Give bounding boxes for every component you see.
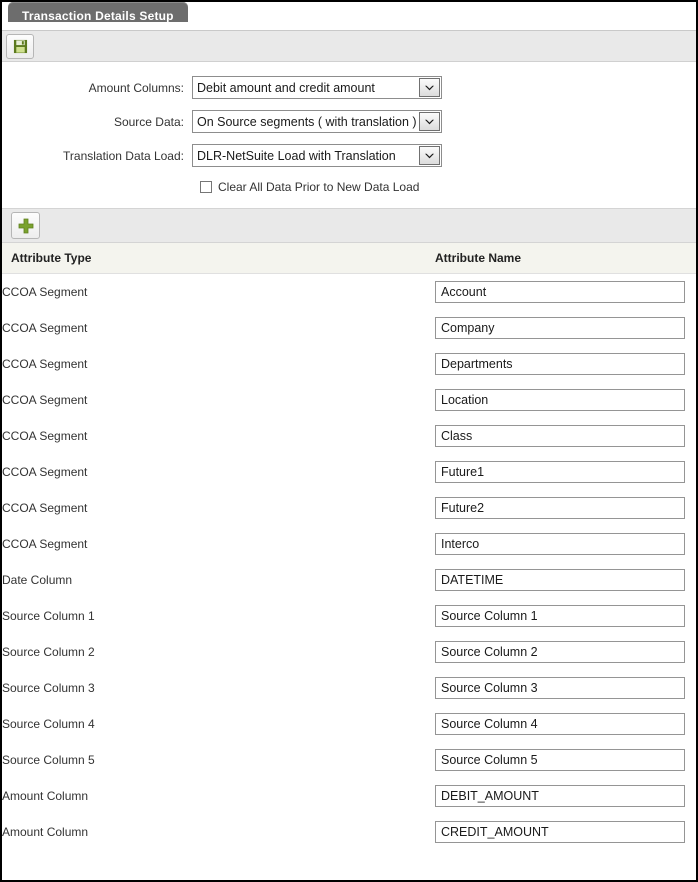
attribute-name-cell: Interco: [435, 526, 696, 562]
table-row: CCOA Segment Company: [2, 310, 696, 346]
table-toolbar: [2, 208, 696, 243]
attribute-name-input[interactable]: Account: [435, 281, 685, 303]
attribute-name-input[interactable]: Source Column 2: [435, 641, 685, 663]
table-row: Date Column DATETIME: [2, 562, 696, 598]
clear-all-data-label: Clear All Data Prior to New Data Load: [218, 180, 420, 194]
attribute-name-cell: CREDIT_AMOUNT: [435, 814, 696, 850]
attribute-name-cell: DEBIT_AMOUNT: [435, 778, 696, 814]
attribute-type-cell: CCOA Segment: [2, 382, 435, 418]
chevron-down-icon[interactable]: [419, 112, 440, 131]
column-header-attribute-type: Attribute Type: [2, 243, 435, 274]
save-floppy-icon: [13, 39, 27, 53]
attribute-name-cell: Source Column 3: [435, 670, 696, 706]
attribute-type-cell: CCOA Segment: [2, 273, 435, 310]
amount-columns-select[interactable]: Debit amount and credit amount: [192, 76, 442, 99]
attribute-type-cell: CCOA Segment: [2, 454, 435, 490]
attribute-name-cell: Source Column 5: [435, 742, 696, 778]
attribute-name-input[interactable]: DEBIT_AMOUNT: [435, 785, 685, 807]
column-header-attribute-name: Attribute Name: [435, 243, 696, 274]
transaction-details-setup-window: Transaction Details Setup Amount Columns…: [0, 0, 698, 882]
attribute-type-cell: Amount Column: [2, 814, 435, 850]
attribute-type-cell: CCOA Segment: [2, 310, 435, 346]
table-row: Source Column 3 Source Column 3: [2, 670, 696, 706]
form-row-clear-all-data: Clear All Data Prior to New Data Load: [2, 180, 696, 194]
attribute-type-cell: Source Column 2: [2, 634, 435, 670]
attribute-name-input[interactable]: Source Column 1: [435, 605, 685, 627]
form-row-translation-data-load: Translation Data Load: DLR-NetSuite Load…: [2, 144, 696, 167]
attribute-name-input[interactable]: Location: [435, 389, 685, 411]
translation-data-load-value: DLR-NetSuite Load with Translation: [197, 148, 396, 163]
attribute-name-cell: Future1: [435, 454, 696, 490]
attribute-name-cell: DATETIME: [435, 562, 696, 598]
attribute-type-cell: Source Column 5: [2, 742, 435, 778]
table-row: Source Column 4 Source Column 4: [2, 706, 696, 742]
source-data-label: Source Data:: [113, 114, 184, 129]
attribute-type-cell: Source Column 1: [2, 598, 435, 634]
table-header-row: Attribute Type Attribute Name: [2, 243, 696, 274]
tab-bar: Transaction Details Setup: [2, 2, 696, 30]
table-row: CCOA Segment Class: [2, 418, 696, 454]
table-row: Amount Column DEBIT_AMOUNT: [2, 778, 696, 814]
attribute-name-cell: Future2: [435, 490, 696, 526]
attribute-type-cell: CCOA Segment: [2, 490, 435, 526]
attribute-name-input[interactable]: Future1: [435, 461, 685, 483]
attribute-name-cell: Source Column 4: [435, 706, 696, 742]
table-row: Source Column 5 Source Column 5: [2, 742, 696, 778]
translation-data-load-label: Translation Data Load:: [63, 148, 184, 163]
attribute-name-input[interactable]: Source Column 4: [435, 713, 685, 735]
translation-data-load-select[interactable]: DLR-NetSuite Load with Translation: [192, 144, 442, 167]
attribute-name-input[interactable]: Source Column 5: [435, 749, 685, 771]
plus-icon: [18, 218, 33, 233]
tab-label: Transaction Details Setup: [22, 9, 174, 23]
settings-form: Amount Columns: Debit amount and credit …: [2, 62, 696, 208]
source-data-select[interactable]: On Source segments ( with translation ): [192, 110, 442, 133]
table-row: CCOA Segment Future1: [2, 454, 696, 490]
table-row: CCOA Segment Account: [2, 273, 696, 310]
attribute-name-cell: Departments: [435, 346, 696, 382]
attribute-type-cell: Amount Column: [2, 778, 435, 814]
amount-columns-value: Debit amount and credit amount: [197, 80, 375, 95]
attribute-name-cell: Account: [435, 273, 696, 310]
attribute-type-cell: Source Column 4: [2, 706, 435, 742]
save-button[interactable]: [6, 33, 34, 59]
table-row: CCOA Segment Future2: [2, 490, 696, 526]
clear-all-data-checkbox[interactable]: [200, 181, 212, 193]
main-toolbar: [2, 30, 696, 62]
attributes-table: Attribute Type Attribute Name CCOA Segme…: [2, 243, 696, 850]
attribute-name-cell: Location: [435, 382, 696, 418]
attribute-name-input[interactable]: Company: [435, 317, 685, 339]
attribute-type-cell: CCOA Segment: [2, 526, 435, 562]
chevron-down-icon[interactable]: [419, 78, 440, 97]
attribute-type-cell: CCOA Segment: [2, 346, 435, 382]
source-data-value: On Source segments ( with translation ): [197, 114, 417, 129]
attribute-name-input[interactable]: Future2: [435, 497, 685, 519]
attribute-name-cell: Source Column 2: [435, 634, 696, 670]
chevron-down-icon[interactable]: [419, 146, 440, 165]
attribute-name-input[interactable]: Departments: [435, 353, 685, 375]
attribute-name-cell: Class: [435, 418, 696, 454]
attribute-name-cell: Company: [435, 310, 696, 346]
table-row: CCOA Segment Departments: [2, 346, 696, 382]
table-row: Amount Column CREDIT_AMOUNT: [2, 814, 696, 850]
table-body: CCOA Segment Account CCOA Segment Company CC…: [2, 273, 696, 850]
amount-columns-label: Amount Columns:: [88, 80, 184, 95]
add-row-button[interactable]: [11, 212, 40, 239]
table-row: CCOA Segment Location: [2, 382, 696, 418]
attribute-type-cell: Date Column: [2, 562, 435, 598]
attribute-name-input[interactable]: Interco: [435, 533, 685, 555]
form-row-amount-columns: Amount Columns: Debit amount and credit …: [2, 76, 696, 99]
table-row: CCOA Segment Interco: [2, 526, 696, 562]
table-row: Source Column 2 Source Column 2: [2, 634, 696, 670]
attribute-type-cell: CCOA Segment: [2, 418, 435, 454]
attribute-name-input[interactable]: CREDIT_AMOUNT: [435, 821, 685, 843]
tab-transaction-details-setup[interactable]: Transaction Details Setup: [8, 2, 188, 23]
attribute-name-input[interactable]: Source Column 3: [435, 677, 685, 699]
attribute-name-input[interactable]: Class: [435, 425, 685, 447]
attribute-name-input[interactable]: DATETIME: [435, 569, 685, 591]
attribute-name-cell: Source Column 1: [435, 598, 696, 634]
form-row-source-data: Source Data: On Source segments ( with t…: [2, 110, 696, 133]
table-row: Source Column 1 Source Column 1: [2, 598, 696, 634]
attribute-type-cell: Source Column 3: [2, 670, 435, 706]
